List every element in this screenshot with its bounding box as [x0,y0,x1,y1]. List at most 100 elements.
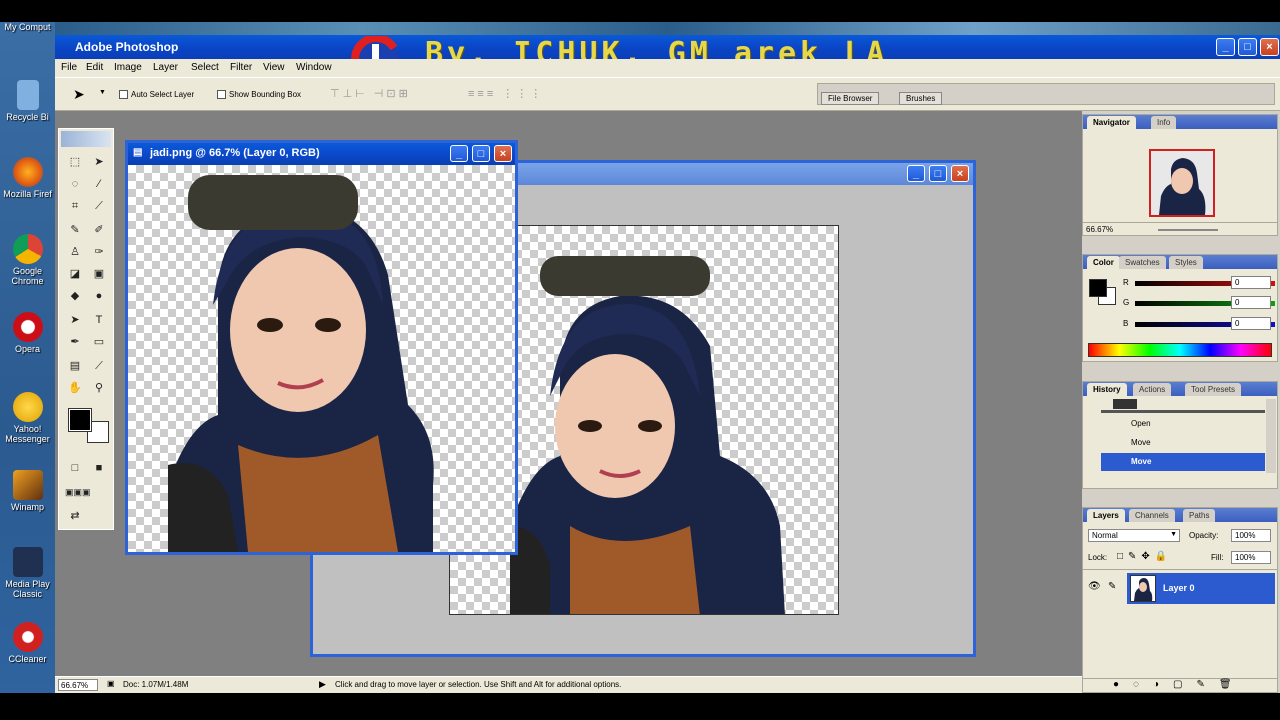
history-item[interactable]: Open [1101,415,1265,433]
tab-history[interactable]: History [1087,383,1127,396]
show-bbox-checkbox[interactable] [217,90,226,99]
doc-close-button[interactable]: × [951,165,969,182]
eyedropper-tool-icon[interactable]: ⟋ [91,359,107,373]
quick-mask-icon[interactable]: ■ [91,461,107,475]
desktop-icon-media-player[interactable]: Media Play Classic [0,547,55,599]
doc-maximize-button[interactable]: □ [472,145,490,162]
tab-channels[interactable]: Channels [1129,509,1175,522]
status-zoom[interactable]: 66.67% [58,679,98,691]
color-ramp[interactable] [1088,343,1272,357]
fill-field[interactable]: 100% [1231,551,1271,564]
align-icons[interactable]: ⊤⊥⊢ ⊣⊡⊞ [330,87,411,100]
desktop-icon-yahoo[interactable]: Yahoo! Messenger [0,392,55,444]
tab-styles[interactable]: Styles [1169,256,1203,269]
auto-select-checkbox[interactable] [119,90,128,99]
distribute-icons[interactable]: ≡≡≡ ⋮⋮⋮ [468,87,544,100]
zoom-tool-icon[interactable]: ⚲ [91,381,107,395]
standard-mode-icon[interactable]: □ [67,461,83,475]
minimize-button[interactable]: _ [1216,38,1235,56]
navigator-zoom[interactable]: 66.67% [1086,225,1113,234]
history-brush-icon[interactable]: ✑ [91,245,107,259]
desktop-icon-recycle-bin[interactable]: Recycle Bi [0,80,55,122]
channel-b-value[interactable]: 0 [1231,317,1271,330]
move-tool-icon[interactable]: ➤ [73,86,85,103]
menu-file[interactable]: File [61,62,77,73]
lock-icons[interactable]: □✎✥🔒 [1117,551,1172,562]
tab-layers[interactable]: Layers [1087,509,1125,522]
dodge-tool-icon[interactable]: ● [91,289,107,303]
gradient-tool-icon[interactable]: ▣ [91,267,107,281]
shape-tool-icon[interactable]: ▭ [91,335,107,349]
zoom-slider[interactable] [1158,229,1218,231]
tab-navigator[interactable]: Navigator [1087,116,1136,129]
layers-footer-icons[interactable]: ●◌◑▢✎🗑 [1083,678,1277,692]
document-window-front[interactable]: ▤ jadi.png @ 66.7% (Layer 0, RGB) _ □ × [125,140,518,555]
blend-mode-select[interactable]: Normal ▼ [1088,529,1180,542]
doc-close-button[interactable]: × [494,145,512,162]
doc-minimize-button[interactable]: _ [450,145,468,162]
menu-filter[interactable]: Filter [230,62,252,73]
channel-g-value[interactable]: 0 [1231,296,1271,309]
channel-r-value[interactable]: 0 [1231,276,1271,289]
desktop-icon-winamp[interactable]: Winamp [0,470,55,512]
brush-tool-icon[interactable]: ✐ [91,223,107,237]
foreground-color-swatch[interactable] [68,408,92,432]
menu-select[interactable]: Select [191,62,219,73]
tab-tool-presets[interactable]: Tool Presets [1185,383,1242,396]
clone-stamp-icon[interactable]: ♙ [67,245,83,259]
layer-name[interactable]: Layer 0 [1163,583,1195,593]
desktop-icon-firefox[interactable]: Mozilla Firef [0,157,55,199]
toolbox-header-icon[interactable] [61,131,111,147]
pen-tool-icon[interactable]: ✒ [67,335,83,349]
tab-actions[interactable]: Actions [1133,383,1172,396]
doc-maximize-button[interactable]: □ [929,165,947,182]
history-snapshot-icon[interactable] [1113,399,1137,409]
magic-wand-tool-icon[interactable]: ⁄ [91,177,107,191]
desktop-icon-my-computer[interactable]: My Comput [0,22,55,32]
move-tool-icon[interactable]: ➤ [91,155,107,169]
desktop-icon-opera[interactable]: Opera [0,312,55,354]
tab-info[interactable]: Info [1151,116,1177,129]
desktop-icon-ccleaner[interactable]: CCleaner [0,622,55,664]
blur-tool-icon[interactable]: ◆ [67,289,83,303]
color-fg-swatch[interactable] [1089,279,1107,297]
imageready-icon[interactable]: ⇄ [67,509,83,523]
menu-view[interactable]: View [263,62,285,73]
maximize-button[interactable]: □ [1238,38,1257,56]
healing-brush-icon[interactable]: ✎ [67,223,83,237]
screen-mode-icons[interactable]: ▣▣▣ [65,485,91,499]
chevron-down-icon[interactable]: ▼ [99,89,106,96]
layer-row[interactable]: 👁 ✎ Layer 0 [1083,569,1277,604]
navigator-thumbnail[interactable] [1149,149,1215,217]
menu-image[interactable]: Image [114,62,142,73]
canvas-front[interactable] [128,165,515,552]
menu-layer[interactable]: Layer [153,62,178,73]
opacity-field[interactable]: 100% [1231,529,1271,542]
path-select-icon[interactable]: ➤ [67,313,83,327]
brushes-tab[interactable]: Brushes [899,92,943,105]
app-title: Adobe Photoshop [75,40,179,54]
lasso-tool-icon[interactable]: ◌ [67,177,83,191]
marquee-tool-icon[interactable]: ⬚ [67,155,83,169]
eye-icon[interactable]: 👁 [1088,581,1101,592]
file-browser-tab[interactable]: File Browser [821,92,880,105]
notes-tool-icon[interactable]: ▤ [67,359,83,373]
tab-paths[interactable]: Paths [1183,509,1216,522]
history-scrollbar[interactable] [1266,399,1276,473]
brush-link-icon[interactable]: ✎ [1108,581,1116,592]
hand-tool-icon[interactable]: ✋ [67,381,83,395]
close-button[interactable]: × [1260,38,1279,56]
history-item[interactable]: Move [1101,434,1265,452]
slice-tool-icon[interactable]: ⟋ [91,199,107,213]
desktop-icon-chrome[interactable]: Google Chrome [0,234,55,286]
tab-swatches[interactable]: Swatches [1119,256,1166,269]
type-tool-icon[interactable]: T [91,313,107,327]
crop-tool-icon[interactable]: ⌗ [67,199,83,213]
status-arrow-icon[interactable]: ▶ [319,679,326,690]
menu-edit[interactable]: Edit [86,62,103,73]
doc-minimize-button[interactable]: _ [907,165,925,182]
history-item-selected[interactable]: Move [1101,453,1265,471]
eraser-tool-icon[interactable]: ◪ [67,267,83,281]
menu-window[interactable]: Window [296,62,332,73]
tab-color[interactable]: Color [1087,256,1120,269]
